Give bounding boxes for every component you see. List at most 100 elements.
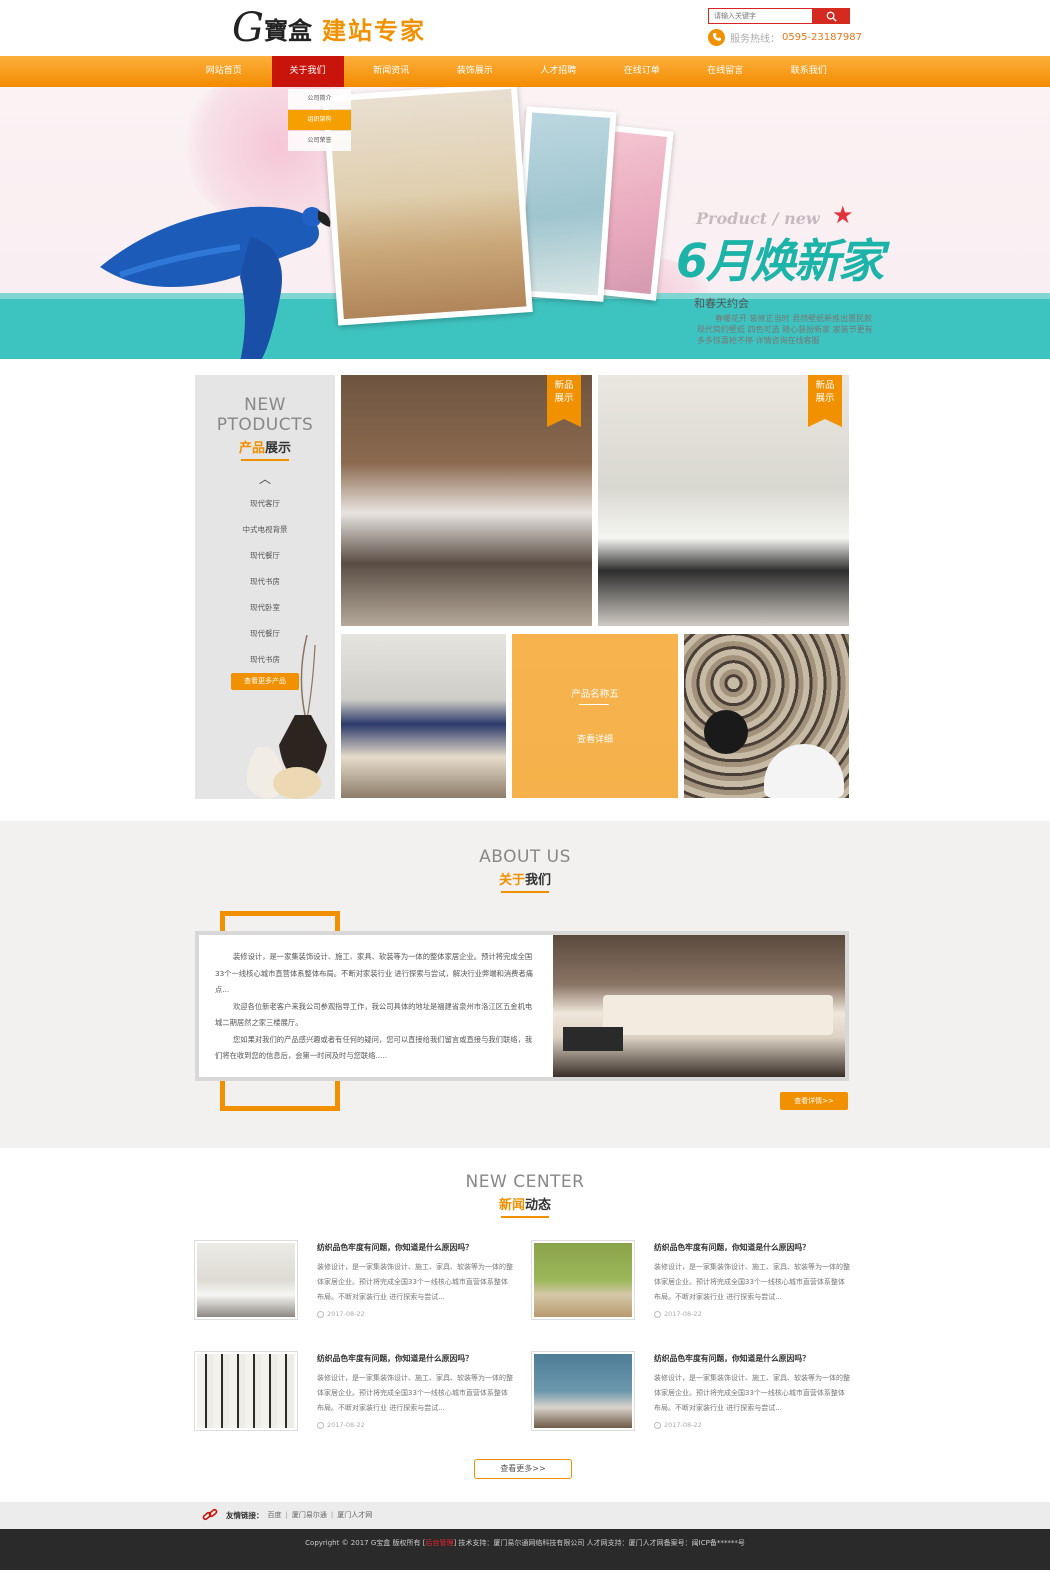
category-item[interactable]: 现代餐厅: [195, 543, 335, 569]
banner-subtitle: 和春天约会: [694, 297, 749, 310]
divider: [579, 704, 609, 705]
news-item[interactable]: 纺织品色牢度有问题，你知道是什么原因吗？ 装修设计，是一家集装饰设计、施工、家具…: [531, 1240, 851, 1326]
about-card: 装修设计，是一家集装饰设计、施工、家具、软装等为一体的整体家居企业。预计将完成全…: [195, 931, 849, 1081]
product-tile-lounge[interactable]: [341, 634, 506, 798]
dropdown-item-honor[interactable]: 公司荣誉: [288, 131, 351, 151]
nav-item-news[interactable]: 新闻资讯: [350, 56, 434, 87]
phone-icon: [708, 28, 725, 46]
title-underline: [501, 891, 549, 893]
news-heading: NEW CENTER 新闻动态: [0, 1172, 1050, 1218]
news-summary: 装修设计，是一家集装饰设计、施工、家具、软装等为一体的整体家居企业。预计将完成全…: [317, 1374, 513, 1412]
sofa-shape: [603, 995, 833, 1035]
hotline-number: 0595-23187987: [782, 31, 862, 43]
product-detail-link[interactable]: 查看详细: [512, 732, 678, 745]
nav-item-jobs[interactable]: 人才招聘: [517, 56, 601, 87]
about-title-en: ABOUT US: [479, 847, 571, 867]
about-title-cn: 关于我们: [498, 873, 552, 888]
nav-item-showcase[interactable]: 装饰展示: [433, 56, 517, 87]
news-title[interactable]: 纺织品色牢度有问题，你知道是什么原因吗？: [317, 1242, 473, 1253]
category-item[interactable]: 现代书房: [195, 569, 335, 595]
news-thumbnail: [531, 1240, 635, 1320]
clock-icon: [317, 1310, 324, 1318]
news-item[interactable]: 纺织品色牢度有问题，你知道是什么原因吗？ 装修设计，是一家集装饰设计、施工、家具…: [194, 1351, 514, 1437]
product-tile-bedroom[interactable]: 新品 展示: [341, 375, 592, 626]
news-date: 2017-08-22: [317, 1421, 365, 1429]
site-logo[interactable]: G 寶盒 建站专家: [232, 8, 426, 48]
news-summary: 装修设计，是一家集装饰设计、施工、家具、软装等为一体的整体家居企业。预计将完成全…: [654, 1263, 850, 1301]
hotline-label: 服务热线：: [730, 33, 780, 45]
product-tile-highlight[interactable]: 产品名称五 查看详细: [512, 634, 678, 798]
news-date: 2017-08-22: [654, 1310, 702, 1318]
dropdown-item-intro[interactable]: 公司简介: [288, 89, 351, 109]
nav-item-about[interactable]: 关于我们: [271, 56, 344, 87]
hover-overlay: [512, 634, 678, 798]
news-item[interactable]: 纺织品色牢度有问题，你知道是什么原因吗？ 装修设计，是一家集装饰设计、施工、家具…: [194, 1240, 514, 1326]
banner-photo-main: [322, 87, 533, 326]
new-product-tag: 新品 展示: [547, 375, 581, 427]
news-thumbnail: [531, 1351, 635, 1431]
news-title[interactable]: 纺织品色牢度有问题，你知道是什么原因吗？: [317, 1353, 473, 1364]
title-underline: [241, 459, 289, 461]
search-button[interactable]: [812, 8, 850, 24]
vase-decoration: [246, 635, 327, 799]
friend-links: 友情链接： 百度 | 厦门易尔通 | 厦门人才网: [202, 1508, 372, 1522]
about-text: 装修设计，是一家集装饰设计、施工、家具、软装等为一体的整体家居企业。预计将完成全…: [199, 935, 553, 1077]
news-thumbnail: [194, 1351, 298, 1431]
fireplace-shape: [704, 710, 748, 754]
product-tile-living[interactable]: 新品 展示: [598, 375, 849, 626]
about-image: [553, 935, 845, 1077]
about-section: ABOUT US 关于我们 装修设计，是一家集装饰设计、施工、家具、软装等为一体…: [0, 821, 1050, 1148]
category-item[interactable]: 现代客厅: [195, 491, 335, 517]
logo-slogan: 建站专家: [321, 15, 426, 45]
dropdown-item-structure[interactable]: 组织架构: [288, 110, 351, 130]
search-icon: [826, 11, 837, 22]
links-label: 友情链接：: [226, 1510, 264, 1520]
about-heading: ABOUT US 关于我们: [0, 847, 1050, 893]
hotline: 服务热线： 0595-23187987: [708, 28, 862, 46]
title-underline: [501, 1216, 549, 1218]
news-title[interactable]: 纺织品色牢度有问题，你知道是什么原因吗？: [654, 1242, 810, 1253]
footer: Copyright © 2017 G宝盒 版权所有 [后台管理] 技术支持：厦门…: [0, 1529, 1050, 1570]
about-paragraph: 装修设计，是一家集装饰设计、施工、家具、软装等为一体的整体家居企业。预计将完成全…: [215, 952, 534, 994]
table-shape: [563, 1027, 623, 1051]
about-more-button[interactable]: 查看详情>>: [780, 1092, 848, 1110]
news-section: NEW CENTER 新闻动态 纺织品色牢度有问题，你知道是什么原因吗？ 装修设…: [0, 1148, 1050, 1502]
news-date: 2017-08-22: [317, 1310, 365, 1318]
news-item[interactable]: 纺织品色牢度有问题，你知道是什么原因吗？ 装修设计，是一家集装饰设计、施工、家具…: [531, 1351, 851, 1437]
about-dropdown: 公司简介 组织架构 公司荣誉: [288, 89, 351, 152]
hero-banner[interactable]: Product / new ★ 6月焕新家 和春天约会 春暖花开 装修正当时 君…: [0, 87, 1050, 359]
link-icon: [202, 1508, 218, 1521]
news-summary: 装修设计，是一家集装饰设计、施工、家具、软装等为一体的整体家居企业。预计将完成全…: [317, 1263, 513, 1301]
product-tile-fireplace[interactable]: [684, 634, 849, 798]
product-sidebar: NEW PTODUCTS 产品展示 ︿ 现代客厅 中式电视背景 现代餐厅 现代书…: [195, 375, 335, 799]
news-summary: 装修设计，是一家集装饰设计、施工、家具、软装等为一体的整体家居企业。预计将完成全…: [654, 1374, 850, 1412]
divider: |: [330, 1511, 334, 1519]
news-date: 2017-08-22: [654, 1421, 702, 1429]
about-paragraph: 您如果对我们的产品感兴趣或者有任何的疑问，您可以直接给我们留言或直接与我们联络，…: [215, 1034, 533, 1061]
link-talent[interactable]: 厦门人才网: [337, 1510, 372, 1520]
clock-icon: [654, 1310, 661, 1318]
news-title[interactable]: 纺织品色牢度有问题，你知道是什么原因吗？: [654, 1353, 810, 1364]
news-thumbnail: [194, 1240, 298, 1320]
nav-item-contact[interactable]: 联系我们: [767, 56, 851, 87]
products-title-cn: 产品展示: [238, 441, 292, 456]
header: G 寶盒 建站专家 服务热线： 0595-23187987: [0, 0, 1050, 56]
category-item[interactable]: 中式电视背景: [195, 517, 335, 543]
products-title-en: NEW PTODUCTS: [216, 395, 314, 435]
about-paragraph: 欢迎各位新老客户来我公司参观指导工作，我公司具体的地址是福建省泉州市洛江区五金机…: [215, 1001, 533, 1028]
product-name: 产品名称五: [571, 689, 619, 700]
chevron-up-icon[interactable]: ︿: [195, 471, 335, 487]
link-baidu[interactable]: 百度: [268, 1510, 282, 1520]
clock-icon: [317, 1421, 324, 1429]
news-title-cn: 新闻动态: [498, 1198, 552, 1213]
category-item[interactable]: 现代卧室: [195, 595, 335, 621]
search-input[interactable]: [708, 8, 812, 24]
banner-title: 6月焕新家: [676, 234, 884, 288]
link-yiertong[interactable]: 厦门易尔通: [292, 1510, 327, 1520]
admin-link[interactable]: 后台管理: [425, 1539, 453, 1547]
more-news-button[interactable]: 查看更多>>: [474, 1459, 572, 1479]
nav-item-message[interactable]: 在线留言: [684, 56, 768, 87]
nav-item-orders[interactable]: 在线订单: [600, 56, 684, 87]
divider: |: [285, 1511, 288, 1519]
nav-item-home[interactable]: 网站首页: [182, 56, 266, 87]
